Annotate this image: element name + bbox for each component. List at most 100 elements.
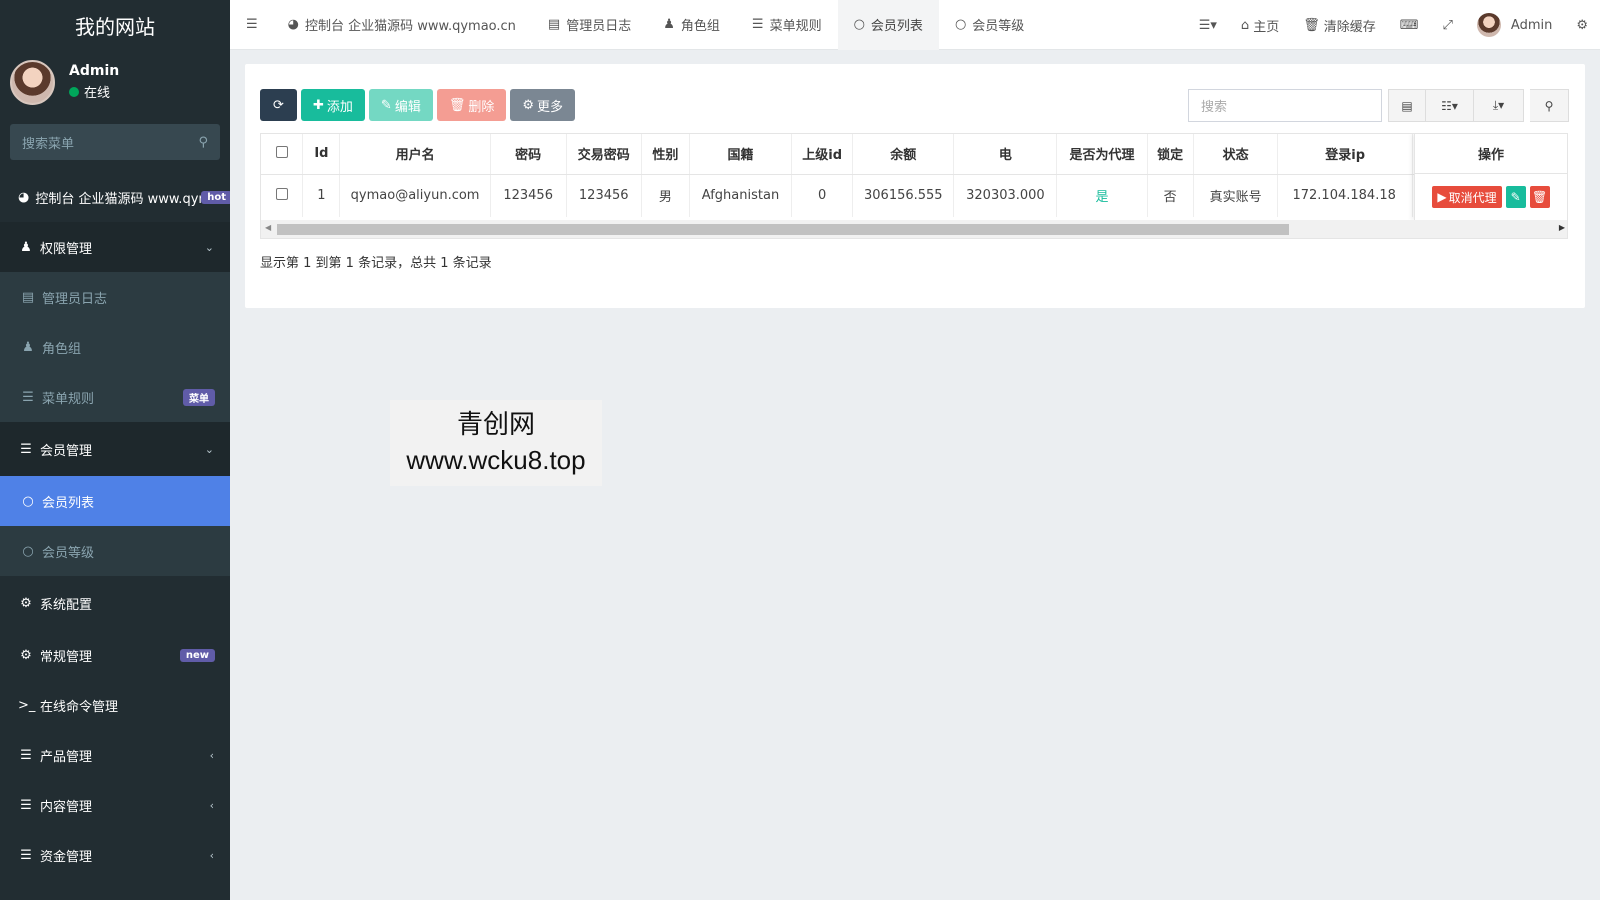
sidebar-item-admin-log[interactable]: ▤ 管理员日志 [0,272,230,322]
export-icon: ⤓▾ [1492,98,1505,112]
scroll-right-arrow-icon[interactable]: ▶ [1559,223,1565,232]
col-electric[interactable]: 电 [953,134,1058,175]
select-all-cell[interactable] [261,134,304,175]
list-icon: ☰ [20,797,32,813]
cancel-agent-label: 取消代理 [1448,190,1497,205]
col-locked[interactable]: 锁定 [1147,134,1194,175]
group-icon: ♟ [663,17,675,32]
sidebar-item-member-list[interactable]: ○ 会员列表 [0,476,230,526]
col-id[interactable]: Id [302,134,341,175]
sidebar-item-auth[interactable]: ♟ 权限管理 ⌄ [0,222,230,272]
user-status-text: 在线 [84,86,111,101]
export-button[interactable]: ⤓▾ [1474,89,1524,122]
list-icon: ☰ [20,441,32,457]
grid-icon: ☷▾ [1441,98,1458,113]
trash-icon: 🗑︎ [448,97,466,113]
watermark-line-1: 青创网 [456,410,535,440]
add-button[interactable]: ✚ 添加 [301,89,365,121]
search-icon: ⚲ [1544,98,1554,113]
horizontal-scrollbar[interactable]: ◀ ▶ [261,220,1567,238]
search-icon[interactable]: ⚲ [198,135,208,150]
menu-search-placeholder: 搜索菜单 [22,136,75,152]
play-icon: ▶ [1437,190,1447,204]
sidebar-item-role-group[interactable]: ♟ 角色组 [0,322,230,372]
tab-label: 菜单规则 [769,19,822,34]
columns-button[interactable]: ☷▾ [1426,89,1474,122]
sidebar-item-command[interactable]: >_ 在线命令管理 [0,680,230,730]
delete-button[interactable]: 🗑︎ 删除 [436,89,507,121]
table-right-tools: 搜索 ▤ ☷▾ ⤓▾ ⚲ [1188,89,1569,122]
trash-icon: 🗑︎ [1532,190,1548,204]
bars-icon: ☰ [751,17,764,32]
scrollbar-thumb[interactable] [277,224,1289,235]
sidebar-item-funds[interactable]: ☰ 资金管理 ‹ [0,830,230,880]
sidebar-item-system-config[interactable]: ⚙ 系统配置 [0,576,230,630]
chevron-left-icon: ‹ [209,848,214,862]
tab-dashboard[interactable]: ◕ 控制台 企业猫源码 www.qymao.cn [272,0,532,50]
table-row[interactable]: 1 qymao@aliyun.com 123456 123456 男 Afgha… [261,174,1567,217]
hot-badge: hot [201,190,230,204]
sidebar-item-label: 在线命令管理 [40,699,119,715]
more-menu-dropdown[interactable]: ☰▾ [1187,18,1229,33]
sidebar-item-member-manage[interactable]: ☰ 会员管理 ⌄ [0,422,230,476]
cancel-agent-button[interactable]: ▶ 取消代理 [1432,186,1502,208]
tab-role-group[interactable]: ♟ 角色组 [647,0,736,50]
tab-member-level[interactable]: ○ 会员等级 [939,0,1040,50]
sidebar-item-label: 资金管理 [40,849,93,865]
sidebar-item-dashboard[interactable]: ◕ 控制台 企业猫源码 www.qymao.cn hot [0,172,230,222]
tab-admin-log[interactable]: ▤ 管理员日志 [532,0,647,50]
edit-button[interactable]: ✎ 编辑 [368,89,433,121]
home-link[interactable]: ⌂ 主页 [1229,16,1291,35]
translate-icon: ⌨ [1399,17,1419,33]
tab-member-list[interactable]: ○ 会员列表 [837,0,939,50]
col-country[interactable]: 国籍 [689,134,793,175]
language-button[interactable]: ⌨ [1388,18,1431,33]
row-edit-button[interactable]: ✎ [1505,186,1526,208]
row-checkbox[interactable] [275,187,288,200]
sidebar-item-product[interactable]: ☰ 产品管理 ‹ [0,730,230,780]
cell-is-agent[interactable]: 是 [1056,174,1148,217]
user-menu[interactable]: Admin [1465,13,1564,37]
sidebar-toggle[interactable]: ☰ [230,0,272,50]
col-gender[interactable]: 性别 [641,134,690,175]
sidebar-item-general[interactable]: ⚙ 常规管理 new [0,630,230,680]
top-navbar: ☰ ◕ 控制台 企业猫源码 www.qymao.cn ▤ 管理员日志 ♟ 角色组… [230,0,1600,50]
scroll-left-arrow-icon[interactable]: ◀ [265,223,271,232]
chevron-left-icon: ‹ [209,798,214,812]
row-delete-button[interactable]: 🗑︎ [1529,186,1550,208]
sidebar-item-member-level[interactable]: ○ 会员等级 [0,526,230,576]
select-all-checkbox[interactable] [275,145,288,158]
cell-gender: 男 [641,174,690,217]
col-is-agent[interactable]: 是否为代理 [1056,134,1148,175]
settings-button[interactable]: ⚙ [1564,18,1600,33]
col-login-ip[interactable]: 登录ip [1277,134,1413,175]
sidebar-item-content[interactable]: ☰ 内容管理 ‹ [0,780,230,830]
col-password[interactable]: 密码 [490,134,567,175]
toggle-view-button[interactable]: ▤ [1388,89,1426,122]
col-balance[interactable]: 余额 [852,134,955,175]
submenu-member: ○ 会员列表 ○ 会员等级 [0,476,230,576]
col-username[interactable]: 用户名 [339,134,491,175]
refresh-button[interactable]: ⟳ [260,89,297,121]
sidebar-item-menu-rules[interactable]: ☰ 菜单规则 菜单 [0,372,230,422]
top-right-tools: ☰▾ ⌂ 主页 🗑︎ 清除缓存 ⌨ ⤢ Admin ⚙ [1187,0,1600,50]
fullscreen-button[interactable]: ⤢ [1431,18,1465,33]
row-select-cell[interactable] [261,174,304,217]
clear-cache-button[interactable]: 🗑︎ 清除缓存 [1291,16,1388,35]
col-trade-password[interactable]: 交易密码 [566,134,642,175]
menu-search-input[interactable]: 搜索菜单 ⚲ [10,124,220,160]
users-icon: ♟ [20,239,32,255]
advanced-search-button[interactable]: ⚲ [1530,89,1569,122]
refresh-icon: ⟳ [273,97,284,113]
hamburger-icon[interactable]: ☰ [246,17,258,32]
col-status[interactable]: 状态 [1193,134,1279,175]
tab-label: 角色组 [680,19,720,34]
member-table: Id 用户名 密码 交易密码 性别 国籍 上级id 余额 电 是否为代理 锁定 … [261,134,1567,217]
more-button[interactable]: ⚙ 更多 [510,89,576,121]
site-logo[interactable]: 我的网站 [0,0,230,50]
tab-label: 控制台 企业猫源码 www.qymao.cn [305,19,516,34]
tab-label: 管理员日志 [566,19,632,34]
tab-menu-rules[interactable]: ☰ 菜单规则 [736,0,838,50]
table-search-input[interactable]: 搜索 [1188,89,1382,122]
col-parent-id[interactable]: 上级id [791,134,854,175]
